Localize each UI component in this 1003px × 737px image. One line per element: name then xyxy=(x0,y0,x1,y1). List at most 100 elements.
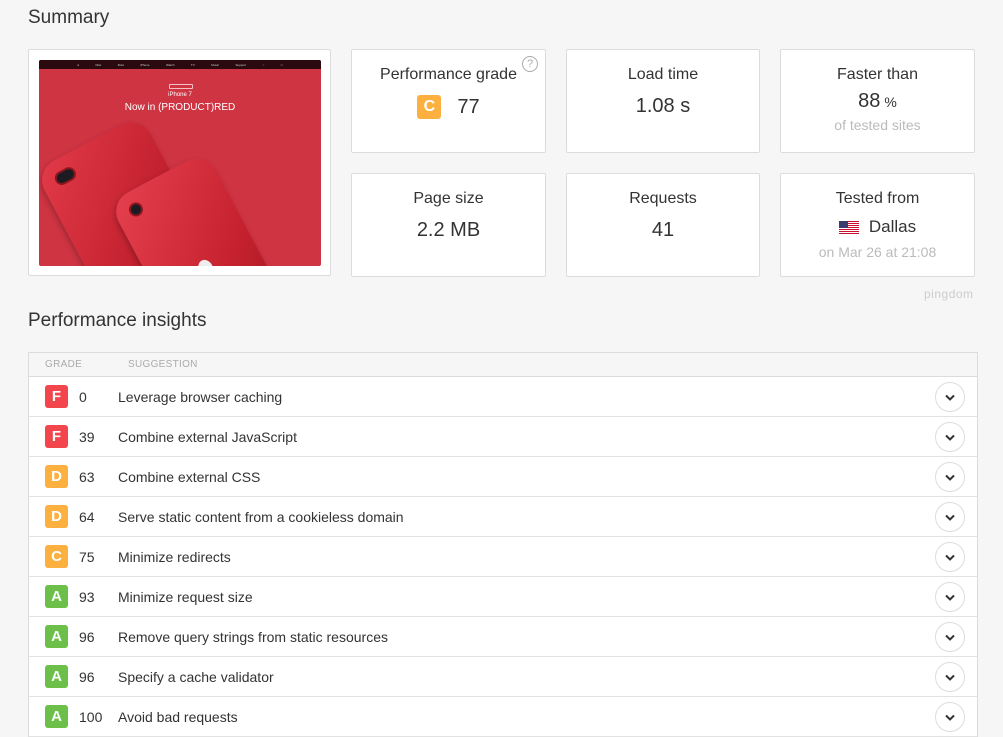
faster-than-value: 88 xyxy=(858,90,881,112)
table-row[interactable]: F 39 Combine external JavaScript xyxy=(29,417,977,457)
screenshot-headline: Now in (PRODUCT)RED xyxy=(124,102,236,113)
tested-from-date: on Mar 26 at 21:08 xyxy=(818,244,937,260)
screenshot-nav-item: Mac xyxy=(95,62,102,67)
grade-badge: A xyxy=(45,625,68,648)
grade-badge: F xyxy=(45,425,68,448)
score: 0 xyxy=(79,388,87,405)
performance-grade-card: ? Performance grade C 77 xyxy=(351,49,546,153)
chevron-down-icon xyxy=(945,394,955,401)
expand-button[interactable] xyxy=(935,462,965,492)
grade-badge: A xyxy=(45,705,68,728)
score: 96 xyxy=(79,628,95,645)
performance-grade-label: Performance grade xyxy=(380,66,517,83)
page-size-label: Page size xyxy=(413,190,484,207)
expand-button[interactable] xyxy=(935,582,965,612)
expand-button[interactable] xyxy=(935,542,965,572)
expand-button[interactable] xyxy=(935,382,965,412)
grade-badge: A xyxy=(45,585,68,608)
website-screenshot-card: ● Mac iPad iPhone Watch TV Music Support… xyxy=(28,49,331,276)
expand-button[interactable] xyxy=(935,662,965,692)
help-icon[interactable]: ? xyxy=(522,56,538,72)
performance-grade-value: 77 xyxy=(457,95,480,118)
apple-icon: ● xyxy=(77,62,80,67)
load-time-card: Load time 1.08 s xyxy=(566,49,760,153)
faster-than-label: Faster than xyxy=(837,66,918,83)
camera-icon xyxy=(52,164,79,188)
suggestion: Minimize request size xyxy=(118,588,253,605)
screenshot-nav-item: Watch xyxy=(166,62,175,67)
table-row[interactable]: A 96 Specify a cache validator xyxy=(29,657,977,697)
chevron-down-icon xyxy=(945,634,955,641)
bag-icon: □ xyxy=(280,62,283,67)
suggestion: Leverage browser caching xyxy=(118,388,283,405)
score: 100 xyxy=(79,708,103,725)
grade-badge: C xyxy=(417,95,442,119)
score: 64 xyxy=(79,508,95,525)
tested-from-card: Tested from Dallas on Mar 26 at 21:08 xyxy=(780,173,975,277)
screenshot-nav-item: Support xyxy=(235,62,247,67)
expand-button[interactable] xyxy=(935,622,965,652)
faster-than-sub: of tested sites xyxy=(834,117,921,133)
website-screenshot: ● Mac iPad iPhone Watch TV Music Support… xyxy=(39,60,321,266)
score: 96 xyxy=(79,668,95,685)
tested-from-location: Dallas xyxy=(868,217,917,236)
expand-button[interactable] xyxy=(935,702,965,732)
screenshot-nav-item: iPad xyxy=(117,62,124,67)
table-row[interactable]: C 75 Minimize redirects xyxy=(29,537,977,577)
load-time-label: Load time xyxy=(627,66,699,83)
column-header-grade[interactable]: GRADE xyxy=(29,359,128,370)
table-row[interactable]: D 63 Combine external CSS xyxy=(29,457,977,497)
chevron-down-icon xyxy=(945,674,955,681)
screenshot-nav-item: Music xyxy=(211,62,220,67)
screenshot-nav-item: iPhone xyxy=(140,62,150,67)
chevron-down-icon xyxy=(945,594,955,601)
suggestion: Serve static content from a cookieless d… xyxy=(118,508,404,525)
screenshot-nav-item: TV xyxy=(190,62,195,67)
chevron-down-icon xyxy=(945,514,955,521)
suggestion: Minimize redirects xyxy=(118,548,231,565)
expand-button[interactable] xyxy=(935,422,965,452)
load-time-value: 1.08 s xyxy=(635,95,691,117)
grade-badge: A xyxy=(45,665,68,688)
table-header: GRADE SUGGESTION xyxy=(29,353,977,377)
screenshot-model: iPhone 7 xyxy=(168,92,192,98)
screenshot-nav: ● Mac iPad iPhone Watch TV Music Support… xyxy=(39,60,321,69)
apple-logo-icon xyxy=(195,257,216,266)
score: 75 xyxy=(79,548,95,565)
page-size-card: Page size 2.2 MB xyxy=(351,173,546,277)
score: 63 xyxy=(79,468,95,485)
chevron-down-icon xyxy=(945,474,955,481)
suggestion: Avoid bad requests xyxy=(118,708,238,725)
grade-badge: F xyxy=(45,385,68,408)
grade-badge: D xyxy=(45,505,68,528)
chevron-down-icon xyxy=(945,434,955,441)
pingdom-logo: pingdom xyxy=(924,287,974,301)
chevron-down-icon xyxy=(945,714,955,721)
score: 93 xyxy=(79,588,95,605)
suggestion: Combine external CSS xyxy=(118,468,261,485)
requests-value: 41 xyxy=(651,219,675,241)
page-size-value: 2.2 MB xyxy=(416,219,481,241)
expand-button[interactable] xyxy=(935,502,965,532)
camera-icon xyxy=(126,199,146,219)
chevron-down-icon xyxy=(945,554,955,561)
suggestion: Specify a cache validator xyxy=(118,668,274,685)
us-flag-icon xyxy=(838,220,859,234)
search-icon: ○ xyxy=(262,62,265,67)
column-header-suggestion[interactable]: SUGGESTION xyxy=(128,359,198,370)
tested-from-label: Tested from xyxy=(835,190,920,207)
suggestion: Combine external JavaScript xyxy=(118,428,297,445)
insights-table: GRADE SUGGESTION F 0 Leverage browser cach… xyxy=(28,352,978,737)
requests-card: Requests 41 xyxy=(566,173,760,277)
score: 39 xyxy=(79,428,95,445)
insights-title: Performance insights xyxy=(28,310,207,331)
requests-label: Requests xyxy=(629,190,697,207)
table-row[interactable]: A 93 Minimize request size xyxy=(29,577,977,617)
grade-badge: D xyxy=(45,465,68,488)
summary-title: Summary xyxy=(28,7,110,28)
table-row[interactable]: D 64 Serve static content from a cookieles… xyxy=(29,497,977,537)
table-row[interactable]: A 96 Remove query strings from static reso… xyxy=(29,617,977,657)
table-row[interactable]: A 100 Avoid bad requests xyxy=(29,697,977,737)
table-row[interactable]: F 0 Leverage browser caching xyxy=(29,377,977,417)
grade-badge: C xyxy=(45,545,68,568)
